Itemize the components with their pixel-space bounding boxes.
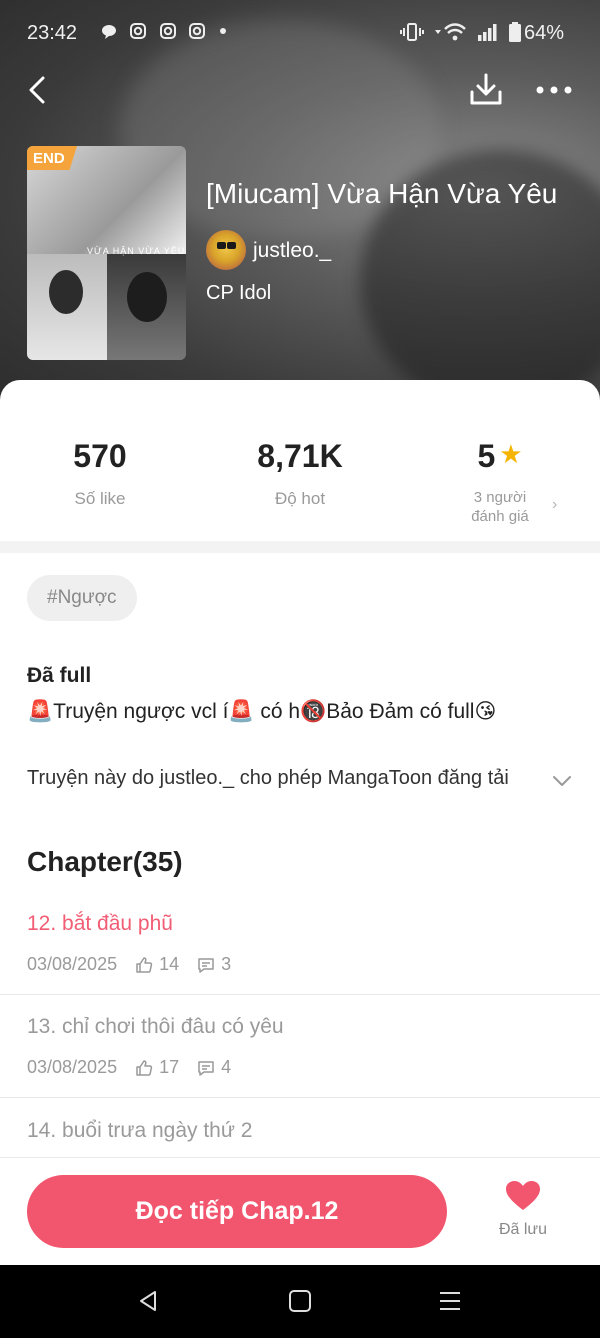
message-icon: [102, 25, 116, 39]
wifi-icon: [435, 23, 467, 41]
hot-value: 8,71K: [257, 438, 343, 474]
system-home-icon[interactable]: [288, 1289, 312, 1313]
chapter-comment-count: 4: [221, 1057, 232, 1077]
system-navigation-bar: [0, 1265, 600, 1338]
status-time: 23:42: [27, 22, 78, 44]
hot-stat: 8,71K Độ hot: [200, 438, 400, 509]
end-badge: END: [27, 146, 77, 170]
thumbs-up-icon: [136, 956, 153, 973]
chapter-separator: [0, 1097, 600, 1098]
rating-stat[interactable]: 5 ★: [400, 438, 600, 475]
chapter-meta: 03/08/2025 14 3: [27, 954, 231, 975]
chapter-like-count: 17: [159, 1057, 180, 1077]
permission-note[interactable]: Truyện này do justleo._ cho phép MangaTo…: [27, 767, 547, 790]
rating-count-line1: 3 người: [473, 489, 527, 506]
story-cover-image: VỪA HẬN VỪA YÊU: [27, 146, 186, 360]
dot-icon: [219, 28, 226, 34]
saved-button[interactable]: Đã lưu: [490, 1180, 556, 1250]
comment-icon: [198, 957, 214, 973]
more-horizontal-icon: [536, 86, 572, 94]
likes-value: 570: [73, 438, 127, 474]
story-genre[interactable]: CP Idol: [206, 282, 271, 305]
chevron-down-icon: [553, 776, 571, 786]
chapter-date: 03/08/2025: [27, 954, 118, 974]
battery-percentage: 64%: [524, 22, 565, 44]
completion-status: Đã full: [27, 664, 92, 687]
cover-caption: VỪA HẬN VỪA YÊU: [87, 246, 186, 256]
chapter-date: 03/08/2025: [27, 1057, 118, 1077]
system-back-icon[interactable]: [136, 1289, 160, 1313]
rating-count-line2: đánh giá: [471, 508, 529, 525]
continue-reading-button[interactable]: Đọc tiếp Chap.12: [27, 1175, 447, 1248]
comment-icon: [198, 1060, 214, 1076]
thumbs-up-icon: [136, 1059, 153, 1076]
expand-button[interactable]: [551, 770, 573, 792]
system-icons: [400, 22, 522, 43]
heart-icon: [506, 1181, 540, 1210]
notification-icons: [100, 22, 228, 42]
battery-icon: [509, 22, 522, 42]
chapter-list-heading: Chapter(35): [27, 846, 183, 877]
rating-count[interactable]: 3 người đánh giá: [400, 488, 600, 526]
saved-label: Đã lưu: [498, 1221, 548, 1238]
likes-label: Số like: [74, 489, 126, 508]
author-name[interactable]: justleo._: [253, 239, 331, 263]
chapter-title: 13. chỉ chơi thôi đâu có yêu: [27, 1015, 284, 1038]
system-recents-icon[interactable]: [438, 1289, 462, 1313]
instagram-icon: [159, 23, 176, 39]
section-divider: [0, 541, 600, 553]
author-avatar[interactable]: [206, 230, 246, 270]
status-bar: 23:42 64%: [0, 0, 600, 66]
tag-chip[interactable]: #Ngược: [27, 575, 137, 621]
back-button[interactable]: [20, 70, 60, 110]
instagram-icon: [130, 23, 147, 39]
likes-stat: 570 Số like: [0, 438, 200, 509]
chapter-title: 14. buổi trưa ngày thứ 2: [27, 1119, 253, 1142]
chapter-comment-count: 3: [221, 954, 232, 974]
chapter-like-count: 14: [159, 954, 180, 974]
chapter-title: 12. bắt đầu phũ: [27, 912, 173, 935]
back-arrow-icon: [29, 76, 45, 104]
story-title: [Miucam] Vừa Hận Vừa Yêu: [206, 178, 558, 209]
vibrate-icon: [400, 23, 424, 41]
chapter-meta: 03/08/2025 17 4: [27, 1057, 231, 1078]
chapter-separator: [0, 994, 600, 995]
rating-value: 5: [477, 438, 496, 474]
download-icon: [470, 73, 502, 105]
hot-label: Độ hot: [274, 489, 326, 508]
instagram-icon: [189, 23, 206, 39]
download-button[interactable]: [466, 70, 506, 110]
star-icon: ★: [499, 439, 523, 469]
signal-icon: [477, 24, 497, 41]
chevron-right-icon[interactable]: ›: [552, 496, 557, 514]
more-options-button[interactable]: [532, 70, 576, 110]
story-description: 🚨Truyện ngược vcl í🚨 có h🔞Bảo Đảm có ful…: [27, 700, 497, 723]
